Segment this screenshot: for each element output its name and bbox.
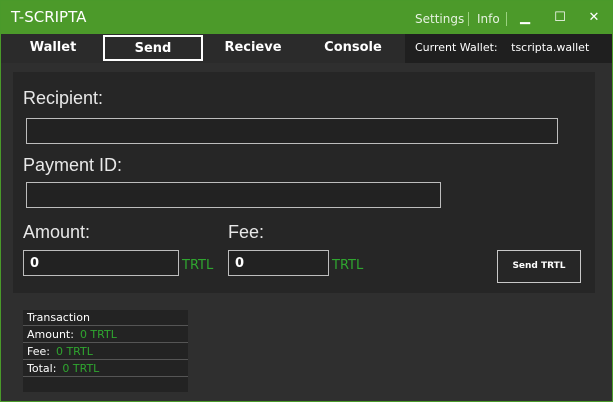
summary-title-row: Transaction [23, 310, 188, 326]
app-window: T-SCRIPTA Settings Info ▁ ☐ ✕ Wallet Sen… [0, 0, 613, 402]
recipient-input[interactable] [26, 118, 558, 144]
tab-send[interactable]: Send [103, 35, 203, 61]
tab-recieve[interactable]: Recieve [205, 35, 301, 61]
summary-fee-label: Fee: [27, 345, 50, 358]
summary-total-label: Total: [27, 362, 57, 375]
minimize-icon: ▁ [520, 10, 530, 25]
maximize-icon: ☐ [554, 10, 566, 25]
title-separator [506, 12, 507, 26]
summary-amount-row: Amount: 0 TRTL [23, 327, 188, 343]
close-button[interactable]: ✕ [583, 8, 605, 28]
minimize-button[interactable]: ▁ [514, 8, 536, 28]
summary-title: Transaction [27, 311, 90, 324]
summary-amount-value: 0 TRTL [79, 328, 117, 341]
tab-wallet[interactable]: Wallet [5, 35, 101, 61]
summary-total-row: Total: 0 TRTL [23, 361, 188, 377]
settings-link[interactable]: Settings [415, 12, 464, 26]
summary-total-value: 0 TRTL [62, 362, 100, 375]
maximize-button[interactable]: ☐ [549, 8, 571, 28]
title-bar: T-SCRIPTA Settings Info ▁ ☐ ✕ [1, 1, 612, 34]
amount-unit: TRTL [182, 258, 214, 273]
nav-bar: Wallet Send Recieve Console Current Wall… [1, 34, 612, 63]
close-icon: ✕ [588, 10, 600, 25]
payment-id-input[interactable] [26, 182, 441, 208]
tab-console[interactable]: Console [303, 35, 403, 61]
current-wallet: Current Wallet: tscripta.wallet [405, 34, 612, 63]
fee-unit: TRTL [332, 258, 364, 273]
current-wallet-label: Current Wallet: [415, 41, 498, 54]
summary-amount-label: Amount: [27, 328, 74, 341]
fee-input[interactable] [228, 250, 329, 276]
summary-fee-value: 0 TRTL [55, 345, 93, 358]
amount-input[interactable] [23, 250, 179, 276]
title-separator [468, 12, 469, 26]
send-trtl-button[interactable]: Send TRTL [497, 250, 581, 283]
recipient-label: Recipient: [23, 88, 104, 108]
info-link[interactable]: Info [477, 12, 500, 26]
amount-label: Amount: [23, 222, 91, 242]
transaction-summary: Transaction Amount: 0 TRTL Fee: 0 TRTL Tot… [23, 310, 188, 392]
current-wallet-value: tscripta.wallet [511, 41, 590, 54]
summary-fee-row: Fee: 0 TRTL [23, 344, 188, 360]
payment-id-label: Payment ID: [23, 155, 123, 175]
fee-label: Fee: [228, 222, 265, 242]
send-form-panel: Recipient: Payment ID: Amount: TRTL Fee:… [13, 72, 595, 293]
app-title: T-SCRIPTA [11, 8, 87, 26]
